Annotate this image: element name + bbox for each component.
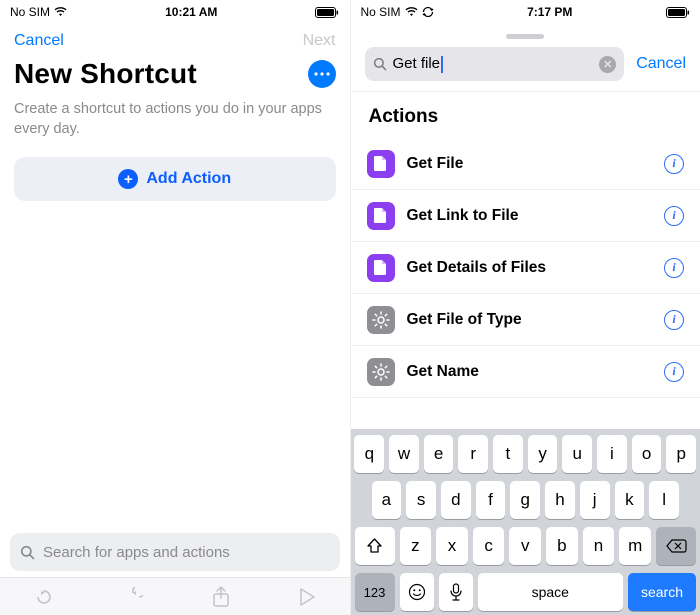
action-list: Get FileiGet Link to FileiGet Details of…: [351, 138, 700, 398]
key-r[interactable]: r: [458, 435, 488, 473]
phone-left-new-shortcut: No SIM 10:21 AM Cancel Next New Shortcut…: [0, 0, 351, 615]
info-icon[interactable]: i: [664, 154, 684, 174]
search-cancel-button[interactable]: Cancel: [636, 55, 686, 73]
cancel-button[interactable]: Cancel: [14, 32, 64, 50]
page-title: New Shortcut: [14, 58, 197, 90]
carrier-label: No SIM: [10, 5, 50, 19]
key-f[interactable]: f: [476, 481, 506, 519]
page-subtitle: Create a shortcut to actions you do in y…: [0, 100, 350, 157]
file-icon: [367, 150, 395, 178]
search-icon: [373, 57, 387, 71]
key-m[interactable]: m: [619, 527, 651, 565]
plus-icon: +: [118, 169, 138, 189]
action-item[interactable]: Get Link to File i: [351, 190, 700, 242]
bottom-toolbar: [0, 577, 350, 615]
next-button[interactable]: Next: [303, 32, 336, 50]
action-item[interactable]: Get Name i: [351, 346, 700, 398]
actions-section-header: Actions: [351, 91, 700, 138]
add-action-label: Add Action: [146, 170, 231, 188]
clock: 10:21 AM: [165, 5, 217, 19]
wifi-icon: [54, 7, 67, 17]
info-icon[interactable]: i: [664, 206, 684, 226]
key-x[interactable]: x: [436, 527, 468, 565]
clear-search-button[interactable]: ✕: [599, 56, 616, 73]
search-placeholder: Search for apps and actions: [43, 544, 230, 561]
info-icon[interactable]: i: [664, 362, 684, 382]
nav-bar: Cancel Next: [0, 24, 350, 54]
action-search-input[interactable]: Get file ✕: [365, 47, 625, 81]
action-item[interactable]: Get Details of Files i: [351, 242, 700, 294]
undo-icon[interactable]: [34, 587, 54, 607]
action-label: Get Name: [407, 363, 653, 381]
sync-icon: [422, 6, 434, 18]
status-bar: No SIM 10:21 AM: [0, 0, 350, 24]
action-label: Get Details of Files: [407, 259, 653, 277]
key-h[interactable]: h: [545, 481, 575, 519]
key-y[interactable]: y: [528, 435, 558, 473]
file-icon: [367, 254, 395, 282]
key-p[interactable]: p: [666, 435, 696, 473]
key-v[interactable]: v: [509, 527, 541, 565]
search-icon: [20, 545, 35, 560]
battery-icon: [315, 7, 339, 18]
action-label: Get File of Type: [407, 311, 653, 329]
key-i[interactable]: i: [597, 435, 627, 473]
key-k[interactable]: k: [615, 481, 645, 519]
text-caret: [441, 56, 443, 73]
action-item[interactable]: Get File of Type i: [351, 294, 700, 346]
action-label: Get File: [407, 155, 653, 173]
wifi-icon: [405, 7, 418, 17]
key-d[interactable]: d: [441, 481, 471, 519]
share-icon[interactable]: [212, 586, 230, 608]
search-key[interactable]: search: [628, 573, 696, 611]
key-a[interactable]: a: [372, 481, 402, 519]
key-q[interactable]: q: [354, 435, 384, 473]
emoji-key[interactable]: [400, 573, 434, 611]
numbers-key[interactable]: 123: [355, 573, 395, 611]
battery-icon: [666, 7, 690, 18]
gear-icon: [367, 358, 395, 386]
shift-key[interactable]: [355, 527, 395, 565]
key-w[interactable]: w: [389, 435, 419, 473]
info-icon[interactable]: i: [664, 258, 684, 278]
search-value: Get file: [393, 55, 594, 73]
status-bar: No SIM 7:17 PM: [351, 0, 700, 24]
add-action-button[interactable]: + Add Action: [14, 157, 336, 201]
key-c[interactable]: c: [473, 527, 505, 565]
play-icon[interactable]: [299, 588, 315, 606]
carrier-label: No SIM: [361, 5, 401, 19]
key-l[interactable]: l: [649, 481, 679, 519]
key-b[interactable]: b: [546, 527, 578, 565]
search-input[interactable]: Search for apps and actions: [10, 533, 340, 571]
key-t[interactable]: t: [493, 435, 523, 473]
more-menu-button[interactable]: [308, 60, 336, 88]
backspace-key[interactable]: [656, 527, 696, 565]
redo-icon[interactable]: [123, 587, 143, 607]
key-z[interactable]: z: [400, 527, 432, 565]
key-n[interactable]: n: [583, 527, 615, 565]
clock: 7:17 PM: [527, 5, 572, 19]
space-key[interactable]: space: [478, 573, 624, 611]
key-s[interactable]: s: [406, 481, 436, 519]
key-j[interactable]: j: [580, 481, 610, 519]
phone-right-search-actions: No SIM 7:17 PM Get file ✕ Cancel Actions…: [351, 0, 700, 615]
info-icon[interactable]: i: [664, 310, 684, 330]
file-icon: [367, 202, 395, 230]
key-g[interactable]: g: [510, 481, 540, 519]
key-o[interactable]: o: [632, 435, 662, 473]
sheet-grabber[interactable]: [506, 34, 544, 39]
keyboard: qwertyuiop asdfghjkl zxcvbnm 123 space s…: [351, 429, 700, 615]
gear-icon: [367, 306, 395, 334]
action-item[interactable]: Get File i: [351, 138, 700, 190]
key-u[interactable]: u: [562, 435, 592, 473]
dictation-key[interactable]: [439, 573, 473, 611]
key-e[interactable]: e: [424, 435, 454, 473]
action-label: Get Link to File: [407, 207, 653, 225]
